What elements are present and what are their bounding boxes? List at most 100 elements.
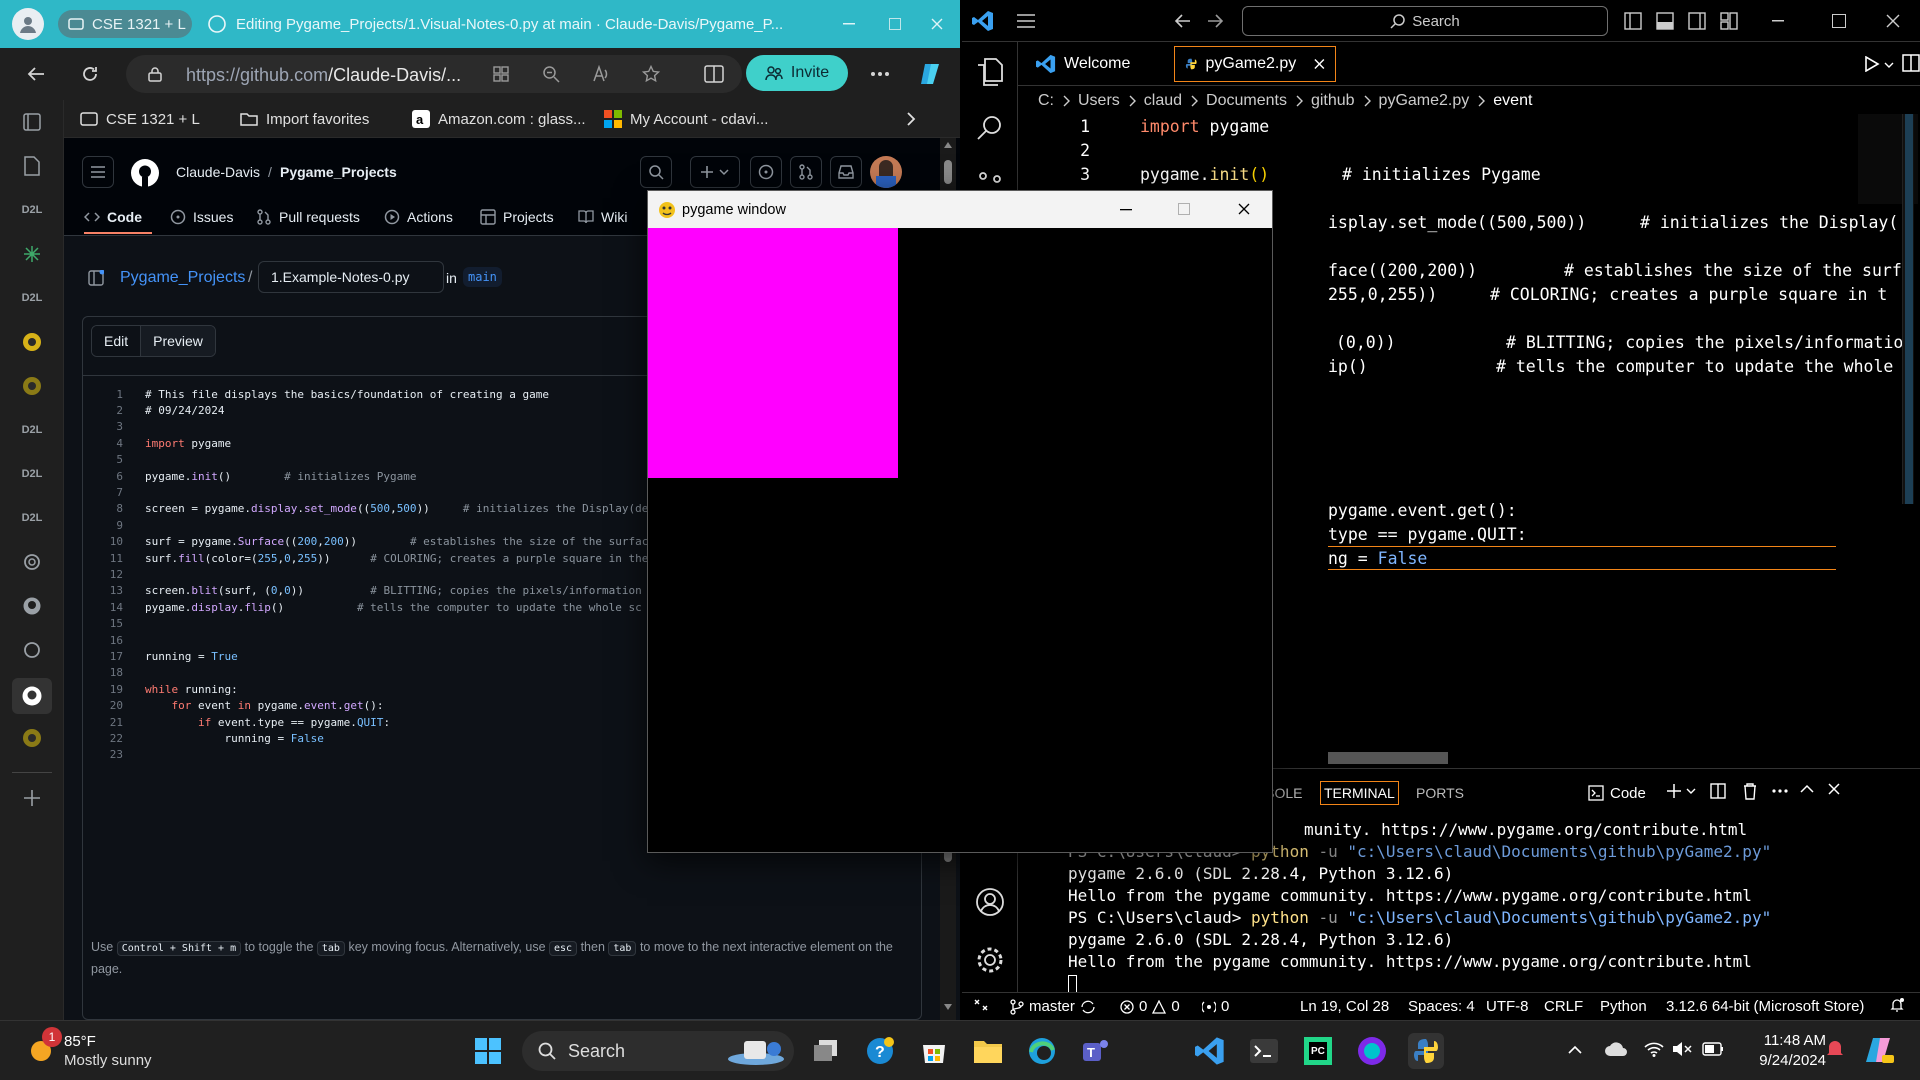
line-ending[interactable]: CRLF xyxy=(1544,998,1583,1015)
breadcrumb-item[interactable]: claud xyxy=(1144,92,1182,110)
repo-name-link[interactable]: Pygame_Projects xyxy=(280,164,397,180)
tab-projects[interactable]: Projects xyxy=(480,206,554,228)
add-terminal-icon[interactable] xyxy=(1666,783,1682,799)
zoom-out-icon[interactable] xyxy=(542,65,560,83)
encoding[interactable]: UTF-8 xyxy=(1486,998,1529,1015)
indentation[interactable]: Spaces: 4 xyxy=(1408,998,1475,1015)
page-icon[interactable] xyxy=(18,152,46,180)
branch-indicator[interactable]: master xyxy=(1010,998,1096,1015)
tab-pull-requests[interactable]: Pull requests xyxy=(256,206,360,228)
branch-badge[interactable]: main xyxy=(463,267,502,287)
search-button[interactable] xyxy=(640,156,672,188)
notifications-indicator[interactable] xyxy=(1890,998,1904,1012)
badge-olive-icon[interactable] xyxy=(18,372,46,400)
close-window-button[interactable] xyxy=(914,0,960,48)
breadcrumb-item[interactable]: Users xyxy=(1078,92,1120,110)
maximize-button[interactable] xyxy=(872,0,918,48)
tab-pygame2[interactable]: pyGame2.py xyxy=(1174,46,1336,82)
tab-welcome[interactable]: Welcome xyxy=(1026,46,1172,82)
terminal-taskbar-button[interactable] xyxy=(1246,1033,1282,1069)
wifi-icon[interactable] xyxy=(1644,1041,1664,1057)
minimize-icon[interactable] xyxy=(1772,20,1784,22)
language-mode[interactable]: Python xyxy=(1600,998,1647,1015)
editor-scrollbar-track[interactable] xyxy=(1902,114,1914,504)
account-icon[interactable] xyxy=(974,886,1006,918)
more-actions-icon[interactable] xyxy=(1772,789,1788,793)
gear-icon[interactable] xyxy=(974,944,1006,976)
copilot-icon[interactable] xyxy=(1864,1035,1894,1065)
teams-button[interactable]: T xyxy=(1078,1033,1114,1069)
panel-tab-ports[interactable]: PORTS xyxy=(1416,781,1464,805)
trash-icon[interactable] xyxy=(1742,782,1758,800)
search-icon[interactable] xyxy=(974,112,1006,144)
close-icon[interactable] xyxy=(1886,14,1900,28)
badge-olive-icon[interactable] xyxy=(18,724,46,752)
back-button[interactable] xyxy=(22,60,50,88)
refresh-button[interactable] xyxy=(76,60,104,88)
inbox-button[interactable] xyxy=(830,156,862,188)
arrow-right-icon[interactable] xyxy=(1206,12,1224,30)
breadcrumb-item[interactable]: Documents xyxy=(1206,92,1287,110)
chevron-up-icon[interactable] xyxy=(1568,1045,1582,1055)
profile-avatar[interactable] xyxy=(12,8,44,40)
tab-code[interactable]: Code xyxy=(84,206,142,228)
problems-indicator[interactable]: 00 xyxy=(1120,998,1180,1015)
read-aloud-icon[interactable] xyxy=(592,65,610,83)
repo-owner-link[interactable]: Claude-Davis xyxy=(176,164,260,180)
github-icon[interactable] xyxy=(18,592,46,620)
close-icon[interactable] xyxy=(1238,203,1250,215)
favorite-account[interactable]: My Account - cdavi... xyxy=(604,108,768,130)
task-view-button[interactable] xyxy=(808,1033,844,1069)
terminal-profile[interactable]: Code xyxy=(1588,781,1646,805)
panel-tab-terminal[interactable]: TERMINAL xyxy=(1320,781,1399,805)
copilot-button[interactable] xyxy=(916,60,944,88)
chevron-up-icon[interactable] xyxy=(1800,784,1814,794)
pygame-title-bar[interactable]: pygame window xyxy=(648,191,1272,228)
copilot-taskbar-button[interactable]: ? xyxy=(862,1033,898,1069)
active-tab[interactable]: Editing Pygame_Projects/1.Visual-Notes-0… xyxy=(208,0,783,48)
github-active-icon[interactable] xyxy=(12,678,52,714)
maximize-icon[interactable] xyxy=(1832,14,1846,28)
weather-widget[interactable]: 1 85°F Mostly sunny xyxy=(22,1027,202,1071)
horizontal-scrollbar-thumb[interactable] xyxy=(1328,752,1448,764)
volume-muted-icon[interactable] xyxy=(1672,1041,1692,1057)
path-repo-link[interactable]: Pygame_Projects xyxy=(120,269,245,287)
canva-button[interactable] xyxy=(1354,1033,1390,1069)
vscode-taskbar-button[interactable] xyxy=(1192,1033,1228,1069)
run-icon[interactable] xyxy=(1864,56,1880,72)
badge-gold-icon[interactable] xyxy=(18,328,46,356)
ports-indicator[interactable]: 0 xyxy=(1202,998,1229,1015)
close-panel-icon[interactable] xyxy=(1828,783,1840,795)
python-taskbar-button[interactable] xyxy=(1408,1033,1444,1069)
notification-bell-icon[interactable] xyxy=(1826,1039,1844,1059)
cursor-position[interactable]: Ln 19, Col 28 xyxy=(1300,998,1389,1015)
menu-icon[interactable] xyxy=(1016,13,1036,29)
sidebar-toggle-icon[interactable] xyxy=(88,270,104,286)
toggle-secondary-sidebar-icon[interactable] xyxy=(1688,12,1706,30)
hamburger-menu-button[interactable] xyxy=(82,156,114,188)
split-editor-icon[interactable] xyxy=(1902,54,1920,72)
remote-indicator[interactable] xyxy=(974,998,988,1012)
filename-input[interactable]: 1.Example-Notes-0.py xyxy=(258,261,444,293)
pull-requests-button[interactable] xyxy=(790,156,822,188)
pycharm-button[interactable]: PC xyxy=(1300,1033,1336,1069)
favorite-import[interactable]: Import favorites xyxy=(240,108,369,130)
user-avatar[interactable] xyxy=(870,156,902,188)
scroll-down-icon[interactable] xyxy=(944,1004,952,1010)
file-explorer-button[interactable] xyxy=(970,1033,1006,1069)
store-button[interactable] xyxy=(916,1033,952,1069)
breadcrumb-item[interactable]: github xyxy=(1311,92,1355,110)
split-screen-button[interactable] xyxy=(700,60,728,88)
issues-button[interactable] xyxy=(750,156,782,188)
tab-actions-icon[interactable] xyxy=(18,108,46,136)
openai-icon[interactable] xyxy=(18,548,46,576)
clock[interactable]: 11:48 AM 9/24/2024 xyxy=(1746,1031,1826,1071)
breadcrumb-item[interactable]: pyGame2.py xyxy=(1379,92,1470,110)
minimize-icon[interactable] xyxy=(1120,209,1132,211)
explorer-icon[interactable] xyxy=(974,56,1006,88)
toggle-panel-icon[interactable] xyxy=(1656,12,1674,30)
more-menu-button[interactable] xyxy=(866,60,894,88)
scroll-thumb[interactable] xyxy=(944,160,952,184)
start-button[interactable] xyxy=(470,1033,506,1069)
tab-actions[interactable]: Actions xyxy=(384,206,453,228)
